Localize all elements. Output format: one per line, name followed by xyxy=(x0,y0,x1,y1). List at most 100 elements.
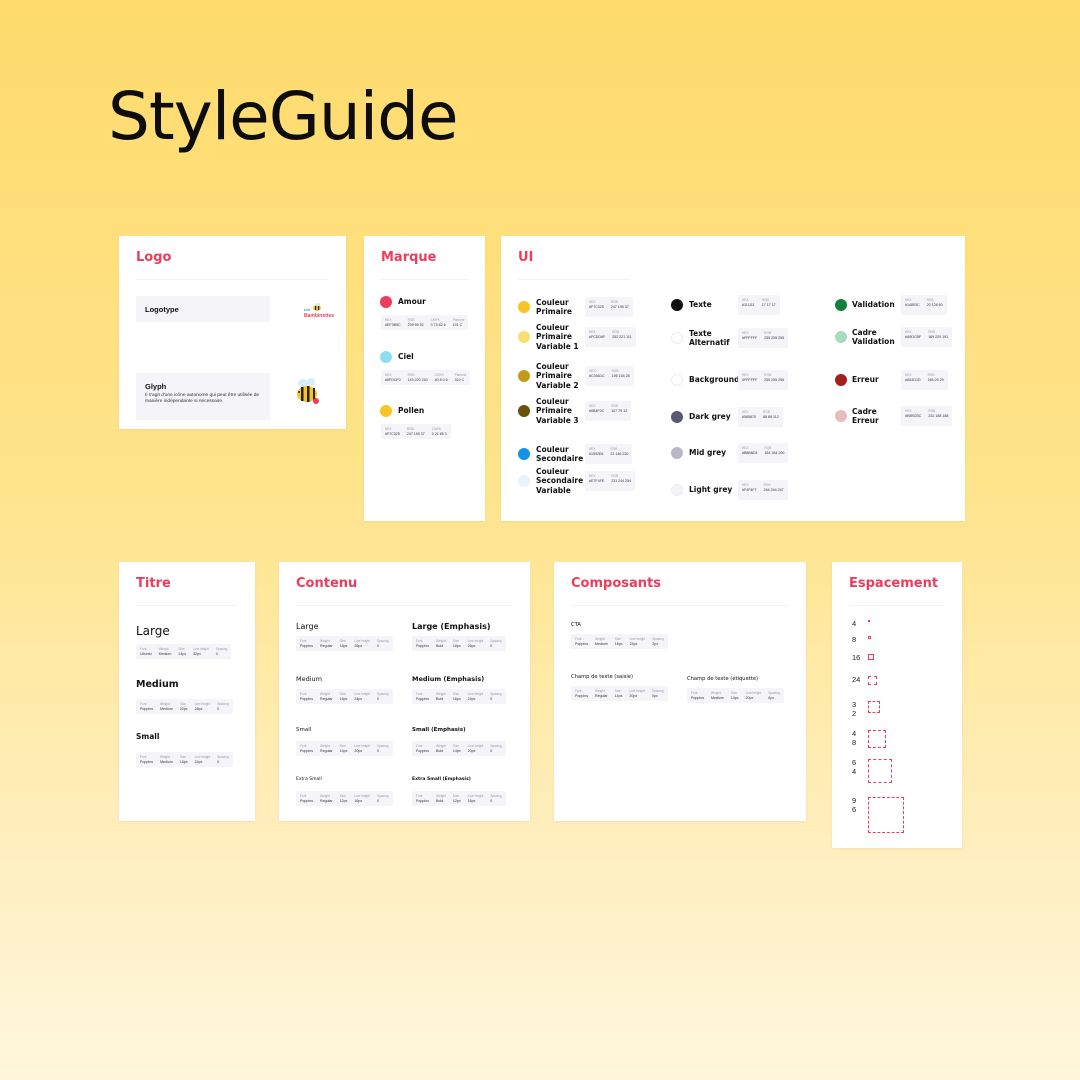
color-spec-box: HEX #8FDCF0 RGB 143 220 240 CMYK 40 8 0 6 Pant… xyxy=(381,370,471,385)
spec-key: Line height xyxy=(467,794,484,798)
spec-value: 191 C xyxy=(452,323,463,327)
spec-value: #A9DCBF xyxy=(905,335,922,339)
type-spec-box: Font Poppins Weight Bold Size 16px Line height… xyxy=(412,689,506,704)
spec-value: 310 C xyxy=(454,378,465,382)
spec-value: 107 79 12 xyxy=(611,409,628,413)
spec-key: Weight xyxy=(436,744,446,748)
spec-key: Weight xyxy=(160,755,170,759)
spec-key: Spacing xyxy=(768,691,780,695)
spec-key: Size xyxy=(339,639,346,643)
spec-value: Poppins xyxy=(300,799,313,803)
contenu-card: Contenu Large Font Poppins Weight Regular Siz… xyxy=(279,562,530,821)
spec-value: 0px xyxy=(768,696,774,700)
spec-key: HEX xyxy=(385,373,392,377)
spec-value: #F7C325 xyxy=(385,432,400,436)
spec-key: Font xyxy=(140,647,147,651)
spec-key: Weight xyxy=(320,639,330,643)
color-swatch xyxy=(518,405,530,417)
type-spec-box: Font Poppins Weight Regular Size 14px Line hei… xyxy=(296,741,393,756)
spec-value: 165 29 29 xyxy=(927,378,944,382)
component-label: Champ de texte (étiquette) xyxy=(687,676,759,682)
spec-value: 24px xyxy=(178,652,187,656)
spec-key: Line height xyxy=(354,794,370,798)
color-spec-box: HEX #14803C RGB 20 128 60 xyxy=(901,295,947,315)
color-name: Mid grey xyxy=(689,448,727,458)
divider xyxy=(849,605,945,606)
spec-value: Bold xyxy=(436,749,444,753)
color-name: Texte xyxy=(689,300,712,310)
espacement-card: Espacement 4 8 16 24 32 48 64 96 xyxy=(832,562,962,848)
spec-key: Spacing xyxy=(490,692,502,696)
spec-value: Poppins xyxy=(416,644,429,648)
color-spec-box: HEX #B8B8C8 RGB 184 184 200 xyxy=(738,443,789,463)
spec-value: 16px xyxy=(614,642,623,646)
spec-key: HEX xyxy=(742,483,749,487)
spec-value: 0 xyxy=(377,644,379,648)
type-sample: Extra Small (Emphasis) xyxy=(412,777,471,782)
color-spec-box: HEX #111111 RGB 17 17 17 xyxy=(738,295,780,315)
spec-value: #B8B8C8 xyxy=(742,451,758,455)
spec-value: 40 8 0 6 xyxy=(434,378,448,382)
spec-value: #111111 xyxy=(742,303,755,307)
spec-key: Spacing xyxy=(217,755,229,759)
divider xyxy=(296,605,513,606)
color-name: Cadre Erreur xyxy=(852,406,879,426)
spec-key: RGB xyxy=(610,447,618,451)
spec-key: HEX xyxy=(589,447,596,451)
spec-value: 14px xyxy=(730,696,739,700)
color-name: Couleur Primaire Variable 2 xyxy=(536,361,579,390)
spec-value: 20px xyxy=(179,707,188,711)
color-name: Amour xyxy=(398,297,426,306)
spec-value: 143 220 240 xyxy=(407,378,428,382)
color-swatch xyxy=(518,448,530,460)
spec-key: HEX xyxy=(905,409,912,413)
spec-value: 2px xyxy=(652,642,658,646)
spec-key: RGB xyxy=(764,446,772,450)
spec-value: Poppins xyxy=(575,642,588,646)
spec-value: Bold xyxy=(436,799,444,803)
spec-key: RGB xyxy=(612,330,620,334)
spec-key: Line height xyxy=(354,639,370,643)
spec-key: Font xyxy=(416,692,423,696)
spec-value: #A51D1D xyxy=(905,378,921,382)
color-spec-box: HEX #F7C325 RGB 247 195 37 CMYK 0 21 85 3 xyxy=(381,424,451,439)
divider xyxy=(518,279,630,280)
spec-key: Line height xyxy=(194,755,211,759)
spec-key: HEX xyxy=(742,410,749,414)
color-spec-box: HEX #585870 RGB 88 88 112 xyxy=(738,407,783,427)
spec-key: RGB xyxy=(761,298,769,302)
spec-key: Size xyxy=(179,755,186,759)
spec-value: Medium xyxy=(595,642,608,646)
spec-value: Poppins xyxy=(416,799,429,803)
spec-key: Spacing xyxy=(377,692,389,696)
spec-key: Line height xyxy=(194,702,211,706)
color-name: Erreur xyxy=(852,375,879,385)
spec-key: RGB xyxy=(764,373,772,377)
spec-key: Weight xyxy=(320,794,330,798)
spacing-value: 96 xyxy=(852,796,857,814)
spec-value: Regular xyxy=(320,749,333,753)
spec-key: Size xyxy=(730,691,737,695)
spec-value: #FFFFFF xyxy=(742,378,758,382)
color-swatch xyxy=(835,410,847,422)
type-sample: Large xyxy=(296,622,319,631)
spec-value: #F7C325 xyxy=(589,305,604,309)
spec-key: Line height xyxy=(629,689,645,693)
spec-value: #8FDCF0 xyxy=(385,378,401,382)
spec-value: 232 188 188 xyxy=(928,414,949,418)
spec-value: 18px xyxy=(452,644,461,648)
color-swatch xyxy=(380,405,392,417)
spec-key: Spacing xyxy=(652,689,664,693)
spec-value: Regular xyxy=(320,644,333,648)
color-spec-box: HEX #A51D1D RGB 165 29 29 xyxy=(901,370,948,390)
ui-card: UI Couleur Primaire HEX #F7C325 RGB 247 195 … xyxy=(501,236,965,521)
spec-key: Font xyxy=(300,794,307,798)
component-label: Champ de texte (saisie) xyxy=(571,674,634,680)
spec-key: Font xyxy=(300,744,307,748)
spec-value: 252 221 111 xyxy=(612,335,632,339)
spec-key: Spacing xyxy=(377,794,389,798)
spec-value: 24px xyxy=(629,642,638,646)
spec-value: Medium xyxy=(160,760,173,764)
spec-key: Spacing xyxy=(490,639,502,643)
color-name: Couleur Secondaire xyxy=(536,444,584,464)
